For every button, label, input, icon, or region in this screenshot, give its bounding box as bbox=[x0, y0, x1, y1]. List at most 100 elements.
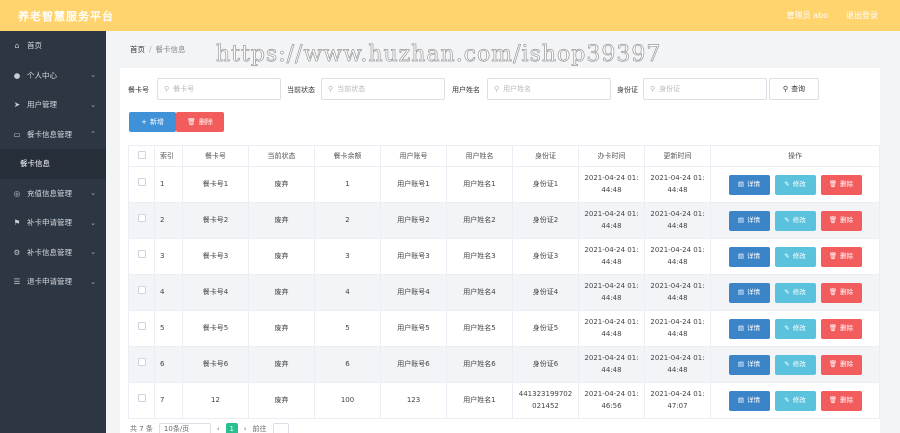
delete-button[interactable]: 🗑 删除 bbox=[820, 210, 862, 231]
card-number-input[interactable]: ⚲ 餐卡号 bbox=[157, 78, 281, 100]
row-checkbox[interactable] bbox=[128, 238, 155, 275]
edit-button[interactable]: ✎ 修改 bbox=[774, 354, 816, 375]
select-all-checkbox[interactable] bbox=[128, 145, 155, 167]
id-card-input[interactable]: ⚲ 身份证 bbox=[643, 78, 767, 100]
delete-button[interactable]: 🗑 删除 bbox=[820, 246, 862, 267]
file-icon: ▤ bbox=[737, 216, 745, 225]
col-header: 当前状态 bbox=[248, 145, 315, 167]
cell-balance: 6 bbox=[314, 346, 381, 383]
sidebar-item[interactable]: 餐卡信息 bbox=[0, 149, 106, 179]
detail-button[interactable]: ▤ 详情 bbox=[728, 174, 770, 195]
batch-delete-button[interactable]: 🗑 删除 bbox=[176, 112, 224, 132]
cell-balance: 2 bbox=[314, 202, 381, 239]
row-checkbox[interactable] bbox=[128, 274, 155, 311]
cell-line: 2021-04-24 01: bbox=[584, 246, 639, 255]
delete-button[interactable]: 🗑 删除 bbox=[820, 318, 862, 339]
status-input[interactable]: ⚲ 当前状态 bbox=[321, 78, 445, 100]
cell-line: 2021-04-24 01: bbox=[584, 282, 639, 291]
filter-label-card: 餐卡号 bbox=[128, 86, 149, 94]
cell-line: 44:48 bbox=[667, 365, 688, 374]
edit-button[interactable]: ✎ 修改 bbox=[774, 318, 816, 339]
search-icon: ⚲ bbox=[328, 85, 334, 93]
cell-status: 废弃 bbox=[248, 166, 315, 203]
cell-balance: 4 bbox=[314, 274, 381, 311]
pencil-icon: ✎ bbox=[784, 396, 790, 405]
sidebar-item[interactable]: ⚑ 补卡申请管理 ⌄ bbox=[0, 208, 106, 238]
row-checkbox[interactable] bbox=[128, 202, 155, 239]
cell-line: 44:48 bbox=[667, 293, 688, 302]
sidebar-item[interactable]: ☰ 退卡申请管理 ⌄ bbox=[0, 267, 106, 297]
add-button[interactable]: + 新增 bbox=[129, 112, 176, 132]
trash-icon: 🗑 bbox=[828, 252, 838, 261]
col-header: 餐卡余额 bbox=[314, 145, 381, 167]
page-size-select[interactable]: 10条/页 bbox=[158, 423, 211, 433]
delete-button[interactable]: 🗑 删除 bbox=[820, 282, 862, 303]
goto-input[interactable] bbox=[272, 423, 289, 433]
chevron-down-icon: ⌄ bbox=[90, 248, 96, 257]
edit-button[interactable]: ✎ 修改 bbox=[774, 282, 816, 303]
row-checkbox[interactable] bbox=[128, 166, 155, 203]
edit-button[interactable]: ✎ 修改 bbox=[774, 174, 816, 195]
row-checkbox[interactable] bbox=[128, 310, 155, 347]
cell-created: 2021-04-24 01: 44:48 bbox=[578, 202, 645, 239]
cell-updated: 2021-04-24 01: 44:48 bbox=[644, 238, 711, 275]
edit-button[interactable]: ✎ 修改 bbox=[774, 390, 816, 411]
file-icon: ▤ bbox=[737, 360, 745, 369]
cell-line: 身份证4 bbox=[532, 287, 559, 296]
cell-line: 44:48 bbox=[667, 329, 688, 338]
detail-button[interactable]: ▤ 详情 bbox=[728, 282, 770, 303]
sidebar-item[interactable]: ⌂ 首页 bbox=[0, 31, 106, 61]
cell-id-card: 身份证1 bbox=[512, 166, 579, 203]
search-button[interactable]: ⚲ 查询 bbox=[769, 78, 819, 100]
delete-button[interactable]: 🗑 删除 bbox=[820, 354, 862, 375]
cell-account: 用户账号6 bbox=[380, 346, 447, 383]
cell-account: 用户账号4 bbox=[380, 274, 447, 311]
table-row: 2 餐卡号2 废弃 2 用户账号2 用户姓名2 身份证2 2021-04-24 01: 44:4… bbox=[128, 202, 880, 239]
home-icon: ⌂ bbox=[14, 41, 20, 51]
detail-button[interactable]: ▤ 详情 bbox=[728, 318, 770, 339]
admin-label[interactable]: 管理员 abo bbox=[787, 10, 828, 21]
cell-line: 441323199702 bbox=[518, 390, 573, 399]
detail-button[interactable]: ▤ 详情 bbox=[728, 246, 770, 267]
sidebar-item[interactable]: ▭ 餐卡信息管理 ⌃ bbox=[0, 120, 106, 150]
delete-button[interactable]: 🗑 删除 bbox=[820, 174, 862, 195]
cell-account: 用户账号1 bbox=[380, 166, 447, 203]
detail-button[interactable]: ▤ 详情 bbox=[728, 210, 770, 231]
sidebar-item-label: 退卡申请管理 bbox=[27, 277, 72, 287]
sidebar-item[interactable]: ➤ 用户管理 ⌄ bbox=[0, 90, 106, 120]
edit-button[interactable]: ✎ 修改 bbox=[774, 210, 816, 231]
pencil-icon: ✎ bbox=[784, 288, 790, 297]
cell-card-number: 餐卡号2 bbox=[182, 202, 249, 239]
sidebar-item[interactable]: ⚙ 补卡信息管理 ⌄ bbox=[0, 238, 106, 268]
row-checkbox[interactable] bbox=[128, 382, 155, 419]
sidebar-item-label: 首页 bbox=[27, 41, 42, 51]
edit-button[interactable]: ✎ 修改 bbox=[774, 246, 816, 267]
delete-button[interactable]: 🗑 删除 bbox=[820, 390, 862, 411]
logout-link[interactable]: 退出登录 bbox=[846, 10, 878, 21]
top-bar: 养老智慧服务平台 管理员 abo 退出登录 bbox=[0, 0, 900, 31]
page-number[interactable]: 1 bbox=[225, 423, 238, 433]
table-header: 索引 餐卡号 当前状态 餐卡余额 用户账号 用户姓名 身份证 办卡时间 更新时间… bbox=[128, 145, 880, 167]
sidebar-item-label: 用户管理 bbox=[27, 100, 57, 110]
next-page-icon[interactable]: › bbox=[244, 425, 247, 433]
prev-page-icon[interactable]: ‹ bbox=[217, 425, 220, 433]
col-header: 办卡时间 bbox=[578, 145, 645, 167]
cell-created: 2021-04-24 01: 44:48 bbox=[578, 346, 645, 383]
search-icon: ⚲ bbox=[494, 85, 500, 93]
breadcrumb-home[interactable]: 首页 bbox=[130, 45, 145, 54]
user-name-input[interactable]: ⚲ 用户姓名 bbox=[487, 78, 611, 100]
filter-label-id: 身份证 bbox=[617, 86, 638, 94]
button-label: 修改 bbox=[792, 396, 806, 405]
col-header: 用户姓名 bbox=[446, 145, 513, 167]
button-label: 修改 bbox=[792, 360, 806, 369]
col-header: 更新时间 bbox=[644, 145, 711, 167]
sliders-icon: ☰ bbox=[13, 277, 21, 287]
detail-button[interactable]: ▤ 详情 bbox=[728, 354, 770, 375]
row-checkbox[interactable] bbox=[128, 346, 155, 383]
sidebar-item[interactable]: ● 个人中心 ⌄ bbox=[0, 61, 106, 91]
search-icon: ⚲ bbox=[650, 85, 656, 93]
detail-button[interactable]: ▤ 详情 bbox=[728, 390, 770, 411]
cell-line: 身份证5 bbox=[532, 323, 559, 332]
chevron-down-icon: ⌄ bbox=[90, 189, 96, 198]
sidebar-item[interactable]: ◎ 充值信息管理 ⌄ bbox=[0, 179, 106, 209]
